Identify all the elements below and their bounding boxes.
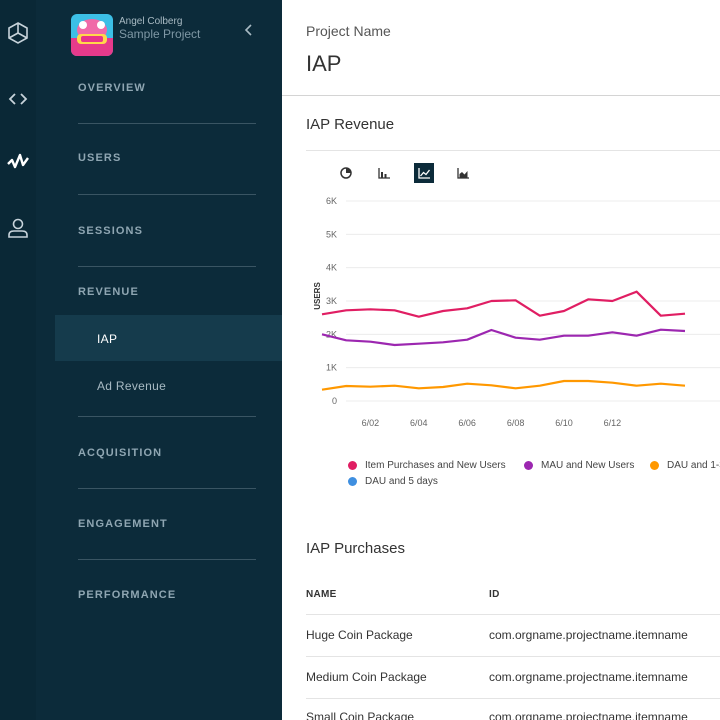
main-content: Project Name IAP IAP Revenue USERS 0 1K 2K… (282, 0, 720, 720)
legend-label: Item Purchases and New Users (365, 460, 506, 471)
legend-item[interactable]: MAU and New Users (524, 460, 634, 471)
code-icon[interactable] (4, 85, 32, 113)
legend-label: DAU and 5 days (365, 476, 438, 487)
iap-revenue-chart: USERS 01K2K3K4K5K6K 6/02 6/04 6/06 6/08 6/10… (313, 196, 720, 428)
nav-sessions[interactable]: SESSIONS (78, 225, 143, 237)
x-tick-label: 6/02 (362, 418, 380, 428)
project-name: Sample Project (119, 27, 201, 41)
sidebar: Angel Colberg Sample Project OVERVIEW US… (36, 0, 282, 720)
area-chart-icon (457, 168, 469, 179)
collapse-sidebar-button[interactable] (241, 22, 257, 38)
legend-label: DAU and 1-3 (667, 460, 720, 471)
nav-revenue[interactable]: REVENUE (78, 286, 139, 298)
pie-chart-icon (340, 167, 352, 179)
nav-divider (78, 416, 256, 417)
legend-item[interactable]: Item Purchases and New Users (348, 460, 506, 471)
y-tick-label: 4K (326, 263, 337, 273)
x-tick-label: 6/04 (410, 418, 428, 428)
legend-swatch-3 (348, 477, 357, 486)
y-tick-label: 6K (326, 196, 337, 206)
legend-item[interactable]: DAU and 5 days (348, 476, 438, 487)
table-cell-name: Huge Coin Package (306, 628, 413, 642)
bar-chart-button[interactable] (374, 163, 394, 183)
x-tick-label: 6/12 (604, 418, 622, 428)
profile: Angel Colberg Sample Project (71, 14, 282, 58)
analytics-icon[interactable] (4, 148, 32, 176)
x-tick-label: 6/08 (507, 418, 525, 428)
table-divider (306, 614, 720, 615)
unity-logo-icon[interactable] (4, 19, 32, 47)
area-chart-button[interactable] (453, 163, 473, 183)
user-name: Angel Colberg (119, 16, 183, 27)
revenue-section-title: IAP Revenue (306, 116, 395, 133)
y-tick-label: 5K (326, 229, 337, 239)
chevron-left-icon (244, 24, 252, 36)
nav-performance[interactable]: PERFORMANCE (78, 589, 176, 601)
project-label: Project Name (306, 23, 391, 39)
nav-item-iap[interactable]: IAP (97, 332, 117, 346)
legend-swatch-2 (650, 461, 659, 470)
nav-users[interactable]: USERS (78, 152, 121, 164)
purchases-section-title: IAP Purchases (306, 540, 405, 557)
legend-swatch-0 (348, 461, 357, 470)
table-cell-name: Medium Coin Package (306, 670, 427, 684)
nav-item-ad-revenue[interactable]: Ad Revenue (97, 379, 166, 393)
legend-swatch-1 (524, 461, 533, 470)
y-axis-label: USERS (313, 282, 322, 310)
table-cell-id: com.orgname.projectname.itemname (489, 710, 688, 720)
series-line-1 (321, 328, 686, 347)
y-tick-label: 0 (332, 396, 337, 406)
x-tick-label: 6/06 (458, 418, 476, 428)
nav-divider (78, 266, 256, 267)
page-title: IAP (306, 51, 342, 76)
nav-divider (78, 488, 256, 489)
nav-divider (78, 194, 256, 195)
icon-rail (0, 0, 36, 720)
nav-active-highlight (55, 315, 282, 361)
nav-engagement[interactable]: ENGAGEMENT (78, 518, 168, 530)
line-chart-button[interactable] (414, 163, 434, 183)
table-divider (306, 698, 720, 699)
nav-overview[interactable]: OVERVIEW (78, 82, 146, 94)
legend-item[interactable]: DAU and 1-3 (650, 460, 720, 471)
line-chart-icon (418, 168, 431, 179)
y-tick-label: 3K (326, 296, 337, 306)
user-icon[interactable] (4, 214, 32, 242)
pie-chart-button[interactable] (336, 163, 356, 183)
series-line-2 (321, 379, 686, 391)
y-tick-label: 1K (326, 363, 337, 373)
section-divider (306, 150, 720, 151)
bar-chart-icon (378, 168, 390, 179)
table-cell-id: com.orgname.projectname.itemname (489, 670, 688, 684)
table-divider (306, 656, 720, 657)
candy-game-icon (71, 14, 113, 56)
legend-label: MAU and New Users (541, 460, 635, 471)
column-header-id[interactable]: ID (489, 589, 500, 600)
column-header-name[interactable]: NAME (306, 589, 337, 600)
nav-acquisition[interactable]: ACQUISITION (78, 447, 162, 459)
table-cell-id: com.orgname.projectname.itemname (489, 628, 688, 642)
header-divider (282, 95, 720, 96)
x-tick-label: 6/10 (555, 418, 573, 428)
nav-divider (78, 123, 256, 124)
table-cell-name: Small Coin Package (306, 710, 415, 720)
series-line-0 (321, 290, 686, 318)
nav-divider (78, 559, 256, 560)
